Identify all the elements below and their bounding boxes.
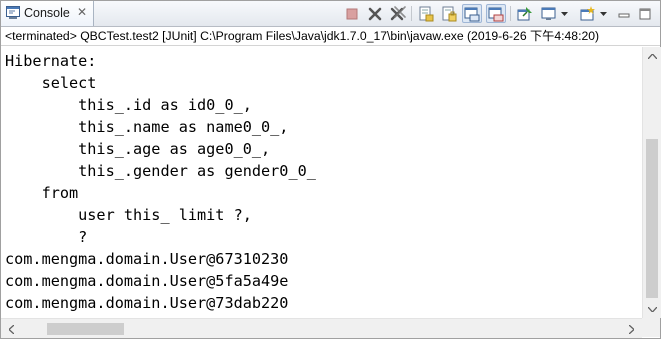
tab-console[interactable]: Console ✕	[1, 1, 94, 26]
clear-console-icon[interactable]	[416, 4, 436, 23]
chevron-down-icon[interactable]	[598, 4, 608, 23]
console-line: select	[5, 74, 97, 92]
vertical-scrollbar[interactable]	[642, 47, 661, 318]
display-selected-console-icon[interactable]	[539, 4, 559, 23]
show-stdout-icon[interactable]	[462, 4, 482, 23]
close-icon[interactable]: ✕	[77, 6, 87, 18]
toolbar-separator	[411, 6, 412, 21]
remove-all-terminated-icon[interactable]	[388, 4, 408, 23]
console-line: ?	[5, 228, 88, 246]
toolbar-separator	[510, 6, 511, 21]
console-line: from	[5, 184, 79, 202]
scroll-right-icon[interactable]	[623, 321, 639, 337]
vertical-scrollbar-thumb[interactable]	[646, 139, 658, 298]
console-output[interactable]: Hibernate: select this_.id as id0_0_, th…	[1, 47, 642, 317]
view-toolbar: Console ✕	[1, 1, 660, 27]
console-line: this_.name as name0_0_,	[5, 118, 289, 136]
open-console-icon[interactable]	[578, 4, 598, 23]
console-icon	[6, 6, 20, 19]
scroll-lock-icon[interactable]	[439, 4, 459, 23]
show-stderr-icon[interactable]	[486, 4, 506, 23]
console-line: user this_ limit ?,	[5, 206, 252, 224]
maximize-icon[interactable]	[635, 4, 655, 23]
chevron-down-icon[interactable]	[559, 4, 569, 23]
process-status-line: <terminated> QBCTest.test2 [JUnit] C:\Pr…	[1, 27, 660, 46]
scroll-left-icon[interactable]	[3, 321, 19, 337]
tab-console-label: Console	[24, 6, 70, 20]
remove-launch-icon[interactable]	[365, 4, 385, 23]
horizontal-scrollbar-thumb[interactable]	[47, 323, 124, 335]
console-line: com.mengma.domain.User@67310230	[5, 250, 289, 268]
minimize-icon[interactable]	[614, 4, 634, 23]
scroll-up-icon[interactable]	[644, 48, 660, 64]
console-line: com.mengma.domain.User@5fa5a49e	[5, 272, 289, 290]
terminate-icon[interactable]	[342, 4, 362, 23]
scrollbar-corner	[642, 318, 660, 337]
scroll-down-icon[interactable]	[644, 301, 660, 317]
console-text: Hibernate: select this_.id as id0_0_, th…	[5, 50, 316, 314]
horizontal-scrollbar[interactable]	[1, 318, 642, 338]
console-line: this_.gender as gender0_0_	[5, 162, 316, 180]
console-view: Console ✕ <terminated> QBCTest.test2 [JU…	[0, 0, 661, 339]
console-line: Hibernate:	[5, 52, 97, 70]
pin-console-icon[interactable]	[515, 4, 535, 23]
console-line: this_.age as age0_0_,	[5, 140, 271, 158]
console-line: com.mengma.domain.User@73dab220	[5, 294, 289, 312]
console-line: this_.id as id0_0_,	[5, 96, 252, 114]
